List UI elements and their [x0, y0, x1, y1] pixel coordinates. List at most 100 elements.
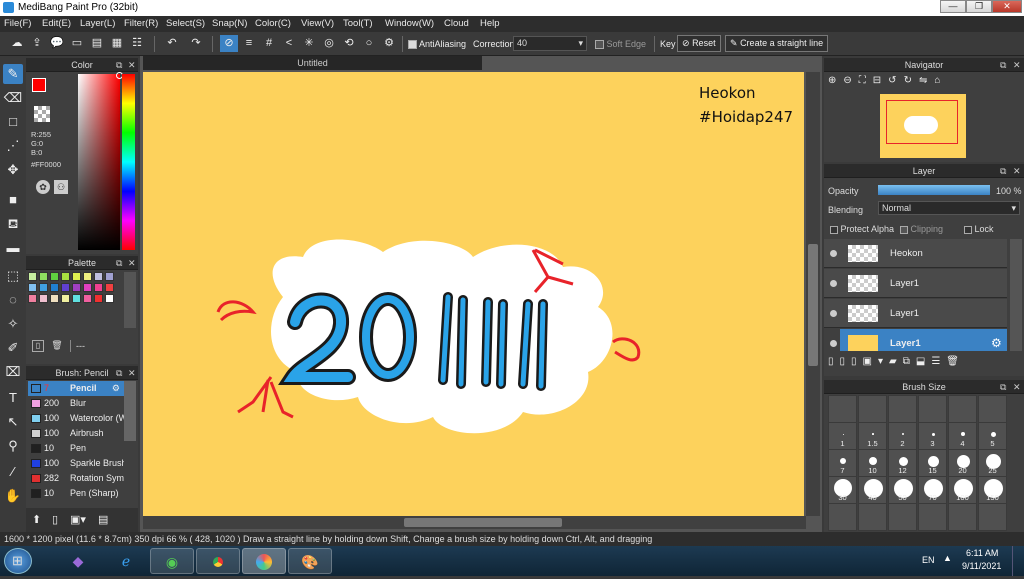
reset-view-icon[interactable]: ⌂	[934, 75, 947, 86]
merge-icon[interactable]: ⬓	[916, 356, 931, 367]
brush-item[interactable]: 10 Pen	[28, 441, 124, 456]
page-icon[interactable]: ▤	[88, 35, 106, 52]
lasso-tool-icon[interactable]: ◌	[3, 290, 23, 310]
menu-tool[interactable]: Tool(T)	[343, 18, 373, 29]
menu-cloud[interactable]: Cloud	[444, 18, 469, 29]
fit-icon[interactable]: ⛶	[859, 75, 873, 86]
layer-row-selected[interactable]: Layer1 ⚙	[840, 329, 1007, 351]
new-8bit-layer-icon[interactable]: ▯	[851, 356, 863, 367]
close-icon[interactable]: ✕	[1013, 164, 1021, 178]
palette-swatch[interactable]	[72, 272, 81, 281]
radial-snap-icon[interactable]: ✳	[300, 35, 318, 52]
palette-swatch[interactable]	[50, 283, 59, 292]
perspective-icon[interactable]: <	[280, 35, 298, 52]
menu-help[interactable]: Help	[480, 18, 500, 29]
palette-swatch[interactable]	[83, 272, 92, 281]
palette-swatch[interactable]	[94, 294, 103, 303]
hand-tool-icon[interactable]: ✋	[3, 486, 23, 506]
brush-size-cell[interactable]	[828, 503, 857, 531]
paint-icon[interactable]: 🎨	[288, 548, 332, 574]
visibility-icon[interactable]	[830, 250, 837, 257]
comment-icon[interactable]: ▭	[68, 35, 86, 52]
close-icon[interactable]: ✕	[1013, 58, 1021, 72]
rotate-left-icon[interactable]: ↺	[888, 75, 903, 86]
primary-color-swatch[interactable]	[32, 78, 46, 92]
brush-size-cell[interactable]	[888, 395, 917, 423]
folder-icon[interactable]: ▰	[889, 356, 903, 367]
select-pen-icon[interactable]: ✐	[3, 338, 23, 358]
brush-size-cell[interactable]	[978, 503, 1007, 531]
close-button[interactable]: ✕	[992, 0, 1022, 13]
select-eraser-icon[interactable]: ⌧	[3, 362, 23, 382]
palette-swatch[interactable]	[94, 272, 103, 281]
snap-settings-icon[interactable]: ⚙	[380, 35, 398, 52]
minimize-button[interactable]: —	[940, 0, 966, 13]
popout-icon[interactable]: ⧉	[1000, 164, 1006, 178]
brush-size-cell[interactable]	[948, 395, 977, 423]
gear-icon[interactable]: ⚙	[112, 381, 120, 396]
brush-size-cell[interactable]	[978, 395, 1007, 423]
start-button[interactable]: ⊞	[4, 548, 32, 574]
palette-picker-icon[interactable]: ✿	[36, 180, 50, 194]
palette-swatch[interactable]	[105, 272, 114, 281]
layer-row[interactable]: Layer1	[824, 299, 1007, 328]
text-tool-icon[interactable]: T	[3, 388, 23, 408]
rotate-right-icon[interactable]: ↻	[904, 75, 919, 86]
straight-line-button[interactable]: ✎ Create a straight line	[725, 35, 829, 52]
brush-list-scrollbar[interactable]	[124, 381, 136, 441]
brush-item[interactable]: 10 Pen (Sharp)	[28, 486, 124, 501]
menu-file[interactable]: File(F)	[4, 18, 31, 29]
gear-icon[interactable]: ⚙	[991, 336, 1002, 350]
brush-item[interactable]: 100 Airbrush	[28, 426, 124, 441]
palette-swatch[interactable]	[39, 294, 48, 303]
menu-edit[interactable]: Edit(E)	[42, 18, 71, 29]
brush-tool-icon[interactable]: ✎	[3, 64, 23, 84]
brush-settings-icon[interactable]: ▤	[98, 513, 108, 526]
snap-off-icon[interactable]: ⊘	[220, 35, 238, 52]
clipping-checkbox[interactable]: Clipping	[900, 224, 943, 234]
palette-swatch[interactable]	[28, 283, 37, 292]
canvas-horizontal-scrollbar[interactable]	[143, 516, 806, 529]
menu-layer[interactable]: Layer(L)	[80, 18, 115, 29]
close-icon[interactable]: ✕	[128, 366, 136, 380]
duplicate-icon[interactable]: ⧉	[903, 356, 916, 367]
layer-row[interactable]: Layer1	[824, 269, 1007, 298]
visibility-icon[interactable]	[830, 340, 837, 347]
popout-icon[interactable]: ⧉	[116, 256, 122, 270]
language-indicator[interactable]: EN	[922, 555, 935, 565]
chat-icon[interactable]: 💬	[48, 35, 66, 52]
antialiasing-checkbox[interactable]: AntiAliasing	[408, 39, 466, 50]
palette-swatch[interactable]	[61, 294, 70, 303]
correction-select[interactable]: 40 ▾	[513, 36, 587, 51]
curve-snap-icon[interactable]: ⟲	[340, 35, 358, 52]
eraser-tool-icon[interactable]: ⌫	[3, 88, 23, 108]
brush-page-icon[interactable]: ▯	[52, 513, 58, 526]
drawing-canvas[interactable]: Heokon #Hoidap247	[143, 72, 804, 516]
flip-icon[interactable]: ⇋	[919, 75, 934, 86]
popout-icon[interactable]: ⧉	[116, 366, 122, 380]
palette-swatch[interactable]	[105, 294, 114, 303]
palette-swatch[interactable]	[50, 272, 59, 281]
fill-rect-tool-icon[interactable]: ■	[3, 190, 23, 210]
new-layer-menu-icon[interactable]: ▣▾	[863, 356, 889, 367]
palette-swatch[interactable]	[28, 294, 37, 303]
layer-menu-icon[interactable]: ☰	[931, 356, 946, 367]
maximize-button[interactable]: ❐	[966, 0, 992, 13]
rect-tool-icon[interactable]: □	[3, 112, 23, 132]
transparent-swatch[interactable]	[34, 106, 50, 122]
saturation-value-picker[interactable]	[78, 74, 120, 250]
palette-swatch[interactable]	[39, 283, 48, 292]
blending-select[interactable]: Normal ▾	[878, 201, 1020, 215]
show-desktop-button[interactable]	[1012, 546, 1024, 576]
zoom-in-icon[interactable]: ⊕	[828, 75, 843, 86]
close-icon[interactable]: ✕	[128, 256, 136, 270]
brush-size-cell[interactable]	[888, 503, 917, 531]
brush-menu-icon[interactable]: ▣▾	[70, 513, 86, 526]
hue-slider[interactable]	[122, 74, 135, 250]
cloud-icon[interactable]: ☁	[8, 35, 26, 52]
chrome-icon[interactable]	[196, 548, 240, 574]
brush-item[interactable]: 200 Blur	[28, 396, 124, 411]
select-tool-icon[interactable]: ⬚	[3, 266, 23, 286]
layer-scrollbar[interactable]	[1010, 239, 1022, 351]
document-tab[interactable]: Untitled	[143, 56, 482, 70]
